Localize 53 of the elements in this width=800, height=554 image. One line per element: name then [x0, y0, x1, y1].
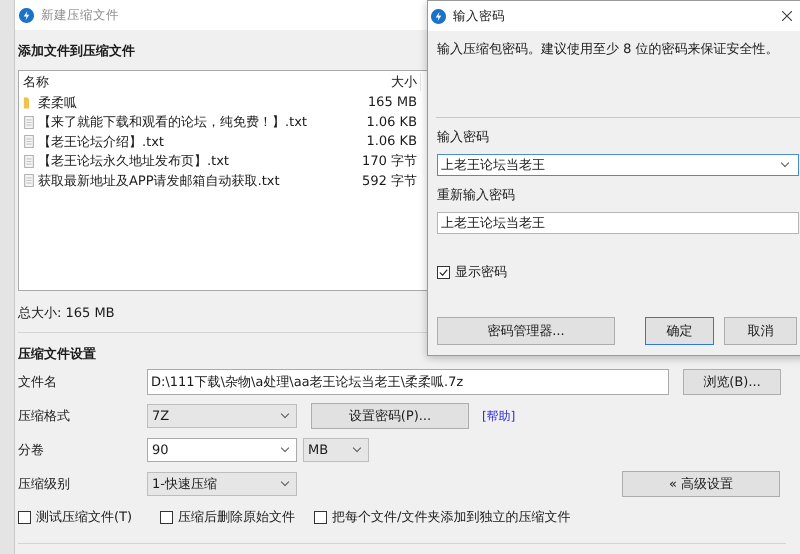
- unit-dropdown[interactable]: MB: [303, 438, 369, 462]
- dialog-button[interactable]: 密码管理器...: [437, 317, 615, 345]
- field-label: 文件名: [18, 374, 58, 391]
- field-label: 输入密码: [437, 129, 490, 146]
- document-icon: [23, 134, 35, 150]
- checkbox[interactable]: [437, 266, 450, 278]
- window-title: 新建压缩文件: [41, 6, 119, 24]
- file-size: 165 MB: [366, 95, 418, 110]
- file-name[interactable]: 【来了就能下载和观看的论坛，纯免费！】.txt: [38, 113, 308, 132]
- dialog-title: 输入密码: [453, 8, 505, 24]
- file-size: 1.06 KB: [365, 114, 418, 130]
- volume-combobox[interactable]: 90: [147, 438, 297, 462]
- field-label: 重新输入密码: [437, 187, 516, 204]
- column-header[interactable]: 名称: [19, 73, 335, 91]
- section-title: 添加文件到压缩文件: [18, 42, 135, 61]
- checkbox-label[interactable]: 显示密码: [455, 263, 507, 281]
- field-label: 压缩格式: [18, 408, 71, 425]
- app-icon: [19, 8, 34, 22]
- file-size: 170 字节: [361, 153, 418, 170]
- close-icon[interactable]: [782, 11, 792, 21]
- file-name[interactable]: 柔柔呱: [38, 94, 77, 112]
- app-icon: [431, 8, 446, 24]
- checkbox-label[interactable]: 测试压缩文件(T): [36, 508, 132, 526]
- help-link[interactable]: [帮助]: [482, 408, 516, 424]
- file-name[interactable]: 获取最新地址及APP请发邮箱自动获取.txt: [38, 172, 280, 190]
- advanced-settings-button[interactable]: « 高级设置: [622, 471, 780, 497]
- column-header[interactable]: 大小: [335, 73, 421, 91]
- document-icon: [23, 114, 35, 130]
- checkbox[interactable]: [18, 510, 31, 524]
- dialog-button[interactable]: 确定: [645, 317, 714, 345]
- dialog-button[interactable]: 取消: [724, 317, 797, 345]
- file-name[interactable]: 【老王论坛介绍】.txt: [38, 132, 164, 151]
- field-label: 分卷: [18, 442, 45, 459]
- document-icon: [23, 173, 35, 188]
- set-password-button[interactable]: 设置密码(P)...: [311, 403, 469, 429]
- file-name[interactable]: 【老王论坛永久地址发布页】.txt: [38, 152, 230, 170]
- section-title: 压缩文件设置: [18, 346, 96, 364]
- level-dropdown[interactable]: 1-快速压缩: [147, 472, 297, 496]
- document-icon: [23, 154, 35, 169]
- checkbox[interactable]: [160, 510, 173, 524]
- confirm-password-field[interactable]: 上老王论坛当老王: [437, 212, 799, 234]
- checkbox-label[interactable]: 把每个文件/文件夹添加到独立的压缩文件: [332, 508, 570, 526]
- checkbox[interactable]: [314, 510, 327, 524]
- format-dropdown[interactable]: 7Z: [147, 404, 297, 428]
- file-size: 1.06 KB: [365, 134, 418, 150]
- browse-button[interactable]: 浏览(B)...: [683, 369, 781, 395]
- checkbox-label[interactable]: 压缩后删除原始文件: [178, 508, 295, 526]
- dialog-message: 输入压缩包密码。建议使用至少 8 位的密码来保证安全性。: [437, 41, 780, 58]
- password-combobox[interactable]: 上老王论坛当老王: [437, 154, 799, 176]
- total-size: 总大小: 165 MB: [18, 305, 115, 322]
- filename-field[interactable]: D:\111下载\杂物\a处理\aa老王论坛当老王\柔柔呱.7z: [147, 369, 669, 395]
- file-size: 592 字节: [361, 172, 418, 190]
- field-label: 压缩级别: [18, 476, 71, 493]
